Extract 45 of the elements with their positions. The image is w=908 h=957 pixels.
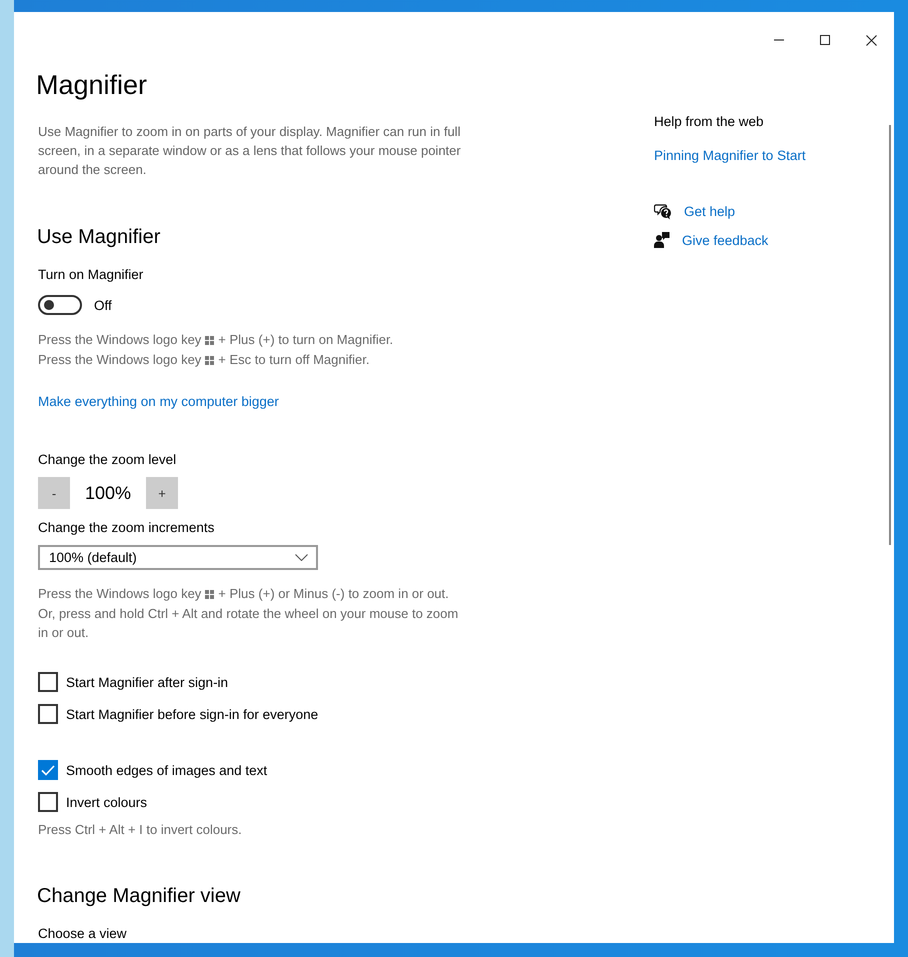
toggle-state-text: Off [94, 298, 112, 312]
section-heading: Change Magnifier view [37, 884, 240, 909]
checkbox[interactable] [38, 792, 58, 812]
checkbox[interactable] [38, 760, 58, 780]
checkbox-label: Start Magnifier before sign-in for everyone [66, 706, 318, 722]
field-label: Change the zoom increments [38, 519, 214, 537]
help-link[interactable]: Get help [684, 204, 736, 219]
chat-question-icon [654, 203, 672, 220]
help-link[interactable]: Pinning Magnifier to Start [654, 148, 806, 163]
page-title: Magnifier [36, 69, 148, 101]
dropdown[interactable]: 100% (default) [38, 545, 318, 570]
hint-text: Or, press and hold Ctrl + Alt and rotate the wheel on your mouse to zoom in or out. [38, 605, 460, 642]
sidebar-heading: Help from the web [654, 113, 764, 131]
checkmark-icon [41, 764, 55, 776]
checkbox-label: Smooth edges of images and text [66, 762, 268, 778]
hint-text: Press the Windows logo key [38, 585, 202, 603]
chevron-down-icon [295, 554, 308, 561]
person-speech-icon [654, 232, 670, 249]
toggle-switch[interactable] [38, 295, 82, 315]
checkbox[interactable] [38, 672, 58, 692]
zoom-in-button[interactable]: + [146, 477, 178, 509]
hint-text: + Esc to turn off Magnifier. [218, 351, 370, 369]
close-icon [866, 34, 876, 46]
checkbox-label: Start Magnifier after sign-in [66, 674, 228, 690]
maximize-icon [820, 35, 830, 45]
section-heading: Use Magnifier [37, 225, 160, 250]
scrollbar[interactable] [889, 125, 891, 545]
zoom-out-button[interactable]: - [38, 477, 70, 509]
link[interactable]: Make everything on my computer bigger [38, 394, 279, 409]
toggle-label: Turn on Magnifier [38, 266, 144, 284]
checkbox[interactable] [38, 704, 58, 724]
checkbox-label: Invert colours [66, 794, 148, 810]
hint-text: Press the Windows logo key [38, 331, 202, 349]
hint-text: + Plus (+) or Minus (-) to zoom in or out. [218, 585, 449, 603]
help-link[interactable]: Give feedback [682, 233, 768, 248]
zoom-value: 100% [84, 482, 132, 504]
windows-logo-icon [205, 590, 214, 598]
windows-logo-icon [205, 336, 214, 344]
field-label: Change the zoom level [38, 451, 176, 469]
hint-text: Press the Windows logo key [38, 351, 202, 369]
description-text: Use Magnifier to zoom in on parts of your display. Magnifier can run in full screen, in a separate window or as a lens that follows your mouse pointer around the screen. [38, 123, 462, 179]
windows-logo-icon [205, 356, 214, 364]
hint-text: + Plus (+) to turn on Magnifier. [218, 331, 394, 349]
field-label: Choose a view [38, 925, 127, 943]
hint-text: Press Ctrl + Alt + I to invert colours. [38, 821, 243, 839]
